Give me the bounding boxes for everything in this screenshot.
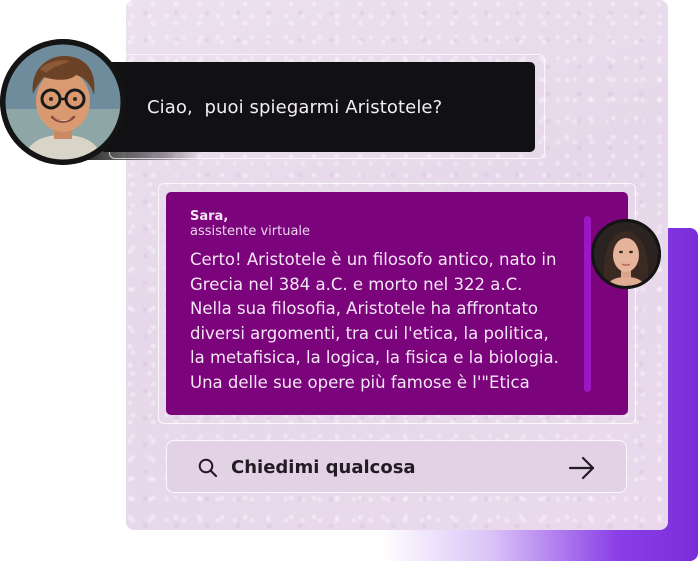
assistant-message-bubble: Sara, assistente virtuale Certo! Aristot… [166, 192, 628, 415]
assistant-message-scrollbar[interactable] [584, 216, 591, 392]
chat-input[interactable] [231, 449, 551, 485]
send-button[interactable] [565, 453, 599, 483]
assistant-avatar [591, 219, 661, 289]
user-message-bubble: Ciao, puoi spiegarmi Aristotele? [100, 62, 535, 152]
user-avatar [0, 39, 126, 165]
search-icon [198, 458, 218, 478]
assistant-avatar-image [591, 219, 661, 289]
assistant-message-text: Certo! Aristotele è un filosofo antico, … [190, 250, 559, 392]
chat-illustration: Ciao, puoi spiegarmi Aristotele? Sara, a… [0, 0, 698, 561]
assistant-name: Sara, [190, 209, 229, 224]
assistant-role: assistente virtuale [190, 224, 311, 239]
user-message-text: Ciao, puoi spiegarmi Aristotele? [147, 96, 443, 118]
chat-input-bar [166, 440, 627, 493]
arrow-right-icon [565, 456, 599, 486]
user-avatar-image [0, 39, 126, 165]
